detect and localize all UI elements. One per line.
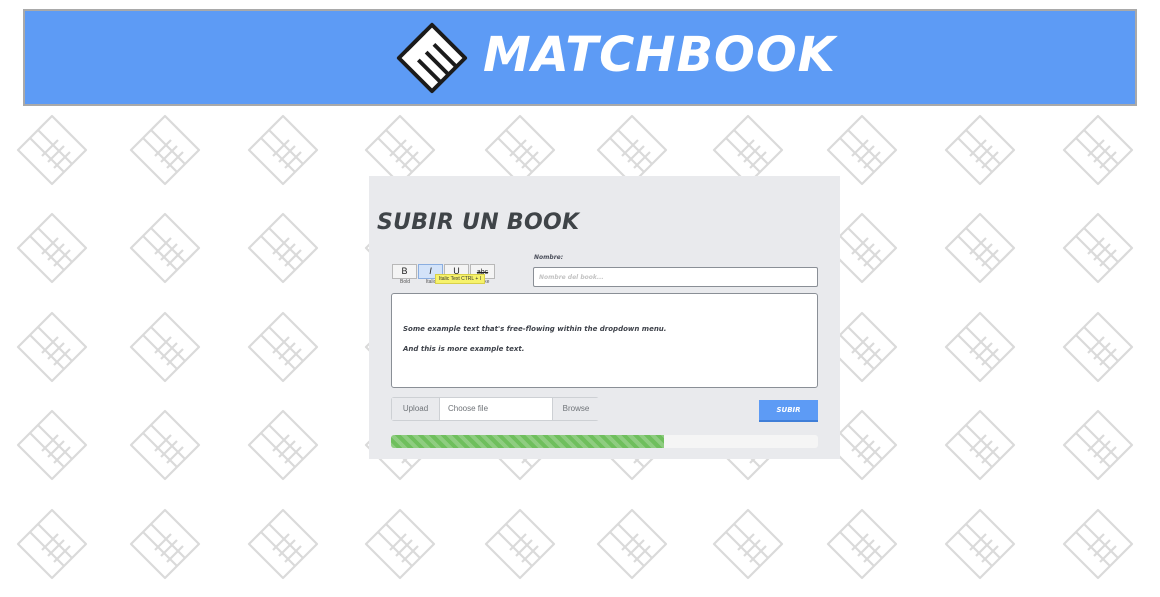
name-input[interactable] <box>533 267 818 287</box>
pattern-logo-icon <box>944 409 1016 481</box>
pattern-logo-icon <box>129 508 201 580</box>
italic-tooltip: Italic Text CTRL + I <box>435 274 486 284</box>
pattern-logo-icon <box>16 212 88 284</box>
pattern-logo-icon <box>247 114 319 186</box>
pattern-logo-icon <box>1062 114 1134 186</box>
progress-fill <box>391 435 665 448</box>
matchbook-logo-icon[interactable] <box>393 19 471 97</box>
bold-button[interactable]: B <box>392 264 417 279</box>
pattern-logo-icon <box>16 114 88 186</box>
pattern-logo-icon <box>484 114 556 186</box>
pattern-logo-icon <box>944 114 1016 186</box>
upload-progress-bar <box>391 435 818 448</box>
pattern-logo-icon <box>826 508 898 580</box>
text-editor[interactable]: Some example text that's free-flowing wi… <box>391 293 818 388</box>
file-upload-group: Upload Choose file Browse <box>391 397 599 421</box>
pattern-logo-icon <box>364 114 436 186</box>
name-label: Nombre: <box>534 254 564 261</box>
pattern-logo-icon <box>1062 409 1134 481</box>
pattern-logo-icon <box>129 311 201 383</box>
pattern-logo-icon <box>16 508 88 580</box>
pattern-logo-icon <box>129 409 201 481</box>
pattern-logo-icon <box>364 508 436 580</box>
pattern-logo-icon <box>129 212 201 284</box>
pattern-logo-icon <box>129 114 201 186</box>
pattern-logo-icon <box>247 311 319 383</box>
browse-button[interactable]: Browse <box>552 398 599 420</box>
pattern-logo-icon <box>247 508 319 580</box>
pattern-logo-icon <box>596 508 668 580</box>
pattern-logo-icon <box>712 114 784 186</box>
italic-icon: I <box>429 266 432 276</box>
page-title: SUBIR UN BOOK <box>377 210 580 235</box>
pattern-logo-icon <box>247 409 319 481</box>
pattern-logo-icon <box>944 508 1016 580</box>
pattern-logo-icon <box>944 212 1016 284</box>
brand-title[interactable]: MATCHBOOK <box>483 25 836 85</box>
pattern-logo-icon <box>1062 212 1134 284</box>
submit-button[interactable]: SUBIR <box>759 400 818 422</box>
bold-caption: Bold <box>399 279 410 285</box>
editor-toolbar: B Bold I Italic U Underline abc Strike I… <box>392 264 498 288</box>
pattern-logo-icon <box>247 212 319 284</box>
upload-label: Upload <box>392 398 440 420</box>
choose-file-field[interactable]: Choose file <box>440 398 552 420</box>
bold-icon: B <box>401 266 408 276</box>
pattern-logo-icon <box>826 114 898 186</box>
editor-text-line: Some example text that's free-flowing wi… <box>403 325 667 333</box>
pattern-logo-icon <box>1062 311 1134 383</box>
pattern-logo-icon <box>944 311 1016 383</box>
pattern-logo-icon <box>712 508 784 580</box>
pattern-logo-icon <box>16 311 88 383</box>
upload-panel: SUBIR UN BOOK B Bold I Italic U Underlin… <box>369 176 840 459</box>
editor-text-line: And this is more example text. <box>403 345 525 353</box>
pattern-logo-icon <box>596 114 668 186</box>
header-bar: MATCHBOOK <box>23 9 1137 106</box>
pattern-logo-icon <box>1062 508 1134 580</box>
pattern-logo-icon <box>16 409 88 481</box>
pattern-logo-icon <box>484 508 556 580</box>
